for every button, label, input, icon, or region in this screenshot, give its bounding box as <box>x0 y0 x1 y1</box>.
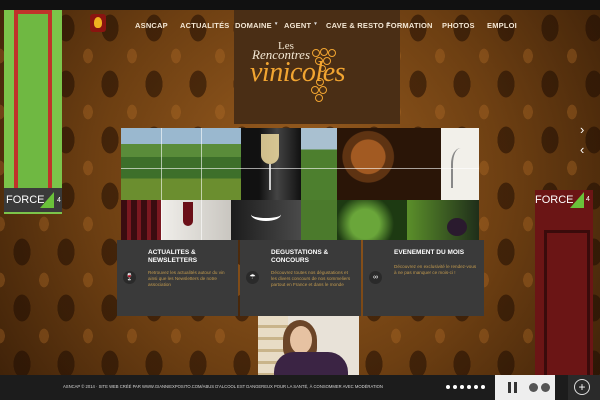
nav-item-formation[interactable]: FORMATION <box>386 21 433 30</box>
nav-item-agent[interactable]: AGENT ▾ <box>284 21 317 30</box>
slide-dot-5[interactable] <box>474 385 478 389</box>
nav-item-asncap[interactable]: ASNCAP <box>135 21 168 30</box>
photo-vineyard-rows <box>301 128 337 200</box>
umbrella-icon: ☂ <box>246 271 259 284</box>
photo-grape-leaves <box>337 200 407 240</box>
right-banner-text: FORCE <box>535 194 574 206</box>
prev-arrow-icon[interactable]: ‹ <box>580 142 584 157</box>
card-degustations[interactable]: ☂ DEGUSTATIONS & CONCOURS Découvrez tout… <box>240 240 361 316</box>
photo-grapes <box>407 200 479 240</box>
card-title: EVENEMENT DU MOIS <box>394 249 465 256</box>
nav-item-photos[interactable]: PHOTOS <box>442 21 475 30</box>
nav-item-actualites[interactable]: ACTUALITÉS <box>180 21 230 30</box>
nav-item-domaine[interactable]: DOMAINE ▾ <box>235 21 278 30</box>
photo-fork <box>441 128 479 200</box>
right-banner-number: 4 <box>586 196 590 203</box>
slide-dot-2[interactable] <box>453 385 457 389</box>
nav-item-domaine-label: DOMAINE <box>235 21 272 30</box>
footer-text: ASNCAP © 2014 · SITE WEB CRÉÉ PAR WWW.GI… <box>63 384 383 389</box>
brand-logo-icon[interactable] <box>90 14 106 32</box>
slide-dot-6[interactable] <box>481 385 485 389</box>
left-banner-frame <box>14 10 52 204</box>
card-text: Retrouvez les actualités autour du vin a… <box>148 270 225 287</box>
photo-vineyard-hills <box>121 128 241 200</box>
photo-wine-barrels <box>337 128 441 200</box>
top-bar <box>0 0 600 10</box>
right-banner-triangle-icon <box>570 192 584 208</box>
photo-vines <box>301 200 337 240</box>
pause-icon-bar <box>514 382 517 393</box>
slide-dot-4[interactable] <box>467 385 471 389</box>
right-banner-frame <box>544 230 590 396</box>
photo-mosaic <box>121 128 479 240</box>
nav-item-cave-resto-label: CAVE & RESTO <box>326 21 384 30</box>
chevron-down-icon: ▾ <box>274 21 278 27</box>
card-title: DEGUSTATIONS & CONCOURS <box>271 249 329 264</box>
card-actualites[interactable]: 🍷 ACTUALITES & NEWSLETTERS Retrouvez les… <box>117 240 238 316</box>
photo-wine-glass <box>241 128 301 200</box>
slide-dot-3[interactable] <box>460 385 464 389</box>
photo-red-wine <box>161 200 231 240</box>
left-banner-text: FORCE <box>6 194 45 206</box>
pause-icon[interactable] <box>508 382 511 393</box>
plus-icon: + <box>574 379 590 395</box>
person-face <box>290 326 312 354</box>
card-title: ACTUALITES & NEWSLETTERS <box>148 249 198 264</box>
nav-item-agent-label: AGENT <box>284 21 312 30</box>
prev-slide-icon[interactable] <box>529 383 538 392</box>
wine-glass-icon: 🍷 <box>123 271 136 284</box>
card-text: Découvrez en exclusivité le rendez-vous … <box>394 264 477 275</box>
next-slide-icon[interactable] <box>541 383 550 392</box>
chevron-down-icon: ▾ <box>314 21 317 27</box>
left-banner-triangle-icon <box>40 192 54 208</box>
photo-ribbon <box>231 200 301 240</box>
left-banner-number: 4 <box>57 197 61 204</box>
link-icon: ∞ <box>369 271 382 284</box>
nav-item-cave-resto[interactable]: CAVE & RESTO ▾ <box>326 21 390 30</box>
photo-wine-bottles <box>121 200 161 240</box>
card-text: Découvrez toutes nos dégustations et les… <box>271 270 351 287</box>
nav-item-emploi[interactable]: EMPLOI <box>487 21 517 30</box>
next-arrow-icon[interactable]: › <box>580 122 584 137</box>
slide-dot-1[interactable] <box>446 385 450 389</box>
card-evenement[interactable]: ∞ EVENEMENT DU MOIS Découvrez en exclusi… <box>363 240 484 316</box>
